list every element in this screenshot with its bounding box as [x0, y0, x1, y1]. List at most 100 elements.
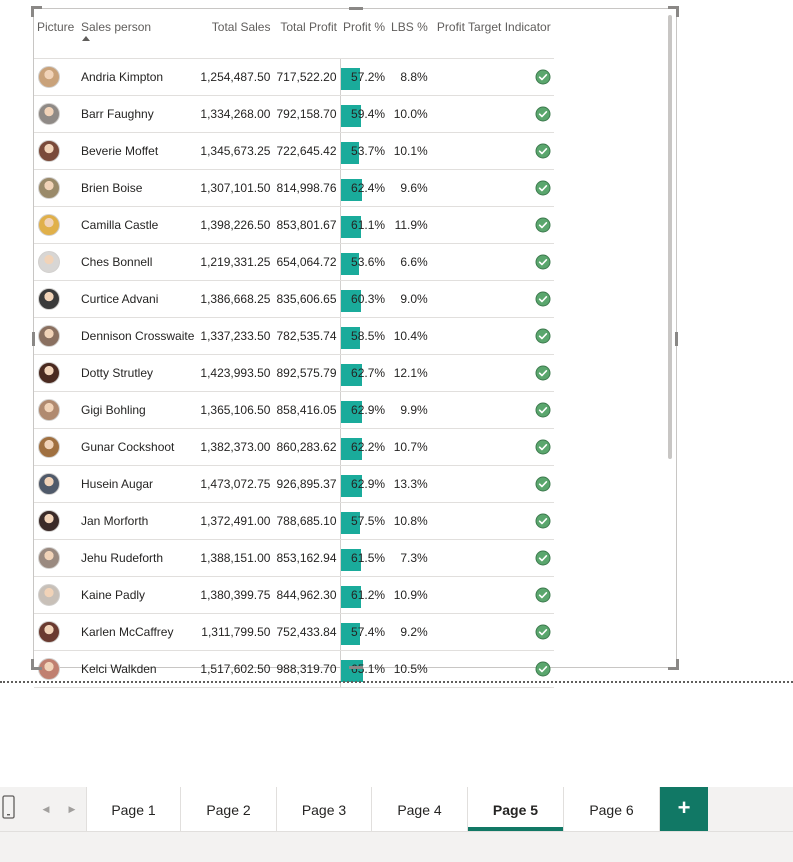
table-row[interactable]: Husein Augar 1,473,072.75 926,895.37 62.9% 1…	[34, 465, 554, 503]
profit-pct-value: 60.3%	[351, 292, 386, 306]
profit-pct-value: 53.7%	[351, 144, 386, 158]
profit-pct-value: 62.7%	[351, 366, 386, 380]
page-tab-2[interactable]: Page 2	[181, 787, 277, 831]
total-profit-cell: 788,685.10	[273, 502, 341, 540]
picture-cell	[34, 95, 78, 133]
lbs-pct-cell: 10.1%	[388, 132, 431, 170]
lbs-pct-cell: 9.2%	[388, 613, 431, 651]
picture-cell	[34, 132, 78, 170]
avatar	[38, 140, 60, 162]
total-sales-cell: 1,334,268.00	[197, 95, 274, 133]
total-profit-cell: 858,416.05	[273, 391, 341, 429]
total-profit-cell: 717,522.20	[273, 58, 341, 96]
table-row[interactable]: Karlen McCaffrey 1,311,799.50 752,433.84 57…	[34, 613, 554, 651]
picture-cell	[34, 539, 78, 577]
profit-pct-value: 57.2%	[351, 70, 386, 84]
total-profit-cell: 722,645.42	[273, 132, 341, 170]
profit-pct-value: 65.1%	[351, 662, 386, 676]
check-circle-icon	[535, 587, 551, 603]
page-tab-5[interactable]: Page 5	[468, 787, 564, 831]
picture-cell	[34, 317, 78, 355]
plus-icon: +	[677, 795, 691, 820]
resize-handle-bottom-left[interactable]	[31, 659, 42, 670]
previous-page-button[interactable]: ◀	[34, 787, 58, 831]
page-tab-1[interactable]: Page 1	[86, 787, 181, 831]
table-row[interactable]: Dotty Strutley 1,423,993.50 892,575.79 62.7…	[34, 354, 554, 392]
sales-person-cell: Kaine Padly	[78, 576, 198, 614]
column-header-profit-target-indicator[interactable]: Profit Target Indicator	[430, 9, 554, 59]
table-row[interactable]: Kaine Padly 1,380,399.75 844,962.30 61.2% 10…	[34, 576, 554, 614]
profit-target-indicator-cell	[430, 428, 554, 466]
profit-pct-cell: 61.2%	[339, 576, 389, 614]
column-header-total-sales[interactable]: Total Sales	[197, 9, 274, 59]
table-visual[interactable]: Picture Sales person Total Sales Total P…	[31, 6, 679, 688]
sort-ascending-icon	[82, 36, 90, 41]
table-row[interactable]: Jehu Rudeforth 1,388,151.00 853,162.94 61.5…	[34, 539, 554, 577]
resize-handle-bottom-right[interactable]	[668, 659, 679, 670]
profit-pct-cell: 53.7%	[339, 132, 389, 170]
total-sales-cell: 1,372,491.00	[197, 502, 274, 540]
table-row[interactable]: Gunar Cockshoot 1,382,373.00 860,283.62 62.…	[34, 428, 554, 466]
total-sales-cell: 1,388,151.00	[197, 539, 274, 577]
profit-target-indicator-cell	[430, 243, 554, 281]
add-page-button[interactable]: +	[660, 787, 708, 831]
next-page-button[interactable]: ▶	[60, 787, 84, 831]
page-tab-3[interactable]: Page 3	[277, 787, 372, 831]
avatar	[38, 621, 60, 643]
check-circle-icon	[535, 476, 551, 492]
table-row[interactable]: Beverie Moffet 1,345,673.25 722,645.42 53.7…	[34, 132, 554, 170]
vertical-scrollbar[interactable]	[668, 15, 672, 459]
check-circle-icon	[535, 143, 551, 159]
total-sales-cell: 1,398,226.50	[197, 206, 274, 244]
table-row[interactable]: Andria Kimpton 1,254,487.50 717,522.20 57.2…	[34, 58, 554, 96]
profit-pct-value: 62.9%	[351, 403, 386, 417]
sales-person-cell: Ches Bonnell	[78, 243, 198, 281]
mobile-layout-button[interactable]	[0, 787, 24, 831]
avatar	[38, 177, 60, 199]
check-circle-icon	[535, 106, 551, 122]
check-circle-icon	[535, 439, 551, 455]
avatar	[38, 103, 60, 125]
table-row[interactable]: Curtice Advani 1,386,668.25 835,606.65 60.3…	[34, 280, 554, 318]
resize-handle-top-left[interactable]	[31, 6, 42, 17]
column-header-sales-person[interactable]: Sales person	[78, 9, 198, 59]
resize-handle-bottom[interactable]	[349, 666, 363, 669]
total-sales-cell: 1,365,106.50	[197, 391, 274, 429]
avatar	[38, 214, 60, 236]
resize-handle-left[interactable]	[32, 332, 35, 346]
lbs-pct-cell: 6.6%	[388, 243, 431, 281]
table-row[interactable]: Ches Bonnell 1,219,331.25 654,064.72 53.6% 6…	[34, 243, 554, 281]
profit-target-indicator-cell	[430, 502, 554, 540]
total-profit-cell: 853,801.67	[273, 206, 341, 244]
profit-pct-cell: 62.2%	[339, 428, 389, 466]
profit-pct-cell: 57.2%	[339, 58, 389, 96]
total-profit-cell: 835,606.65	[273, 280, 341, 318]
profit-target-indicator-cell	[430, 169, 554, 207]
avatar	[38, 399, 60, 421]
profit-target-indicator-cell	[430, 206, 554, 244]
column-header-profit-pct[interactable]: Profit %	[340, 9, 389, 59]
total-sales-cell: 1,423,993.50	[197, 354, 274, 392]
table-row[interactable]: Brien Boise 1,307,101.50 814,998.76 62.4% 9.…	[34, 169, 554, 207]
resize-handle-top-right[interactable]	[668, 6, 679, 17]
table-row[interactable]: Jan Morforth 1,372,491.00 788,685.10 57.5% 1…	[34, 502, 554, 540]
total-profit-cell: 654,064.72	[273, 243, 341, 281]
profit-target-indicator-cell	[430, 539, 554, 577]
page-tab-6[interactable]: Page 6	[564, 787, 660, 831]
resize-handle-right[interactable]	[675, 332, 678, 346]
resize-handle-top[interactable]	[349, 7, 363, 10]
column-header-lbs-pct[interactable]: LBS %	[388, 9, 431, 59]
lbs-pct-cell: 9.9%	[388, 391, 431, 429]
total-sales-cell: 1,219,331.25	[197, 243, 274, 281]
table-row[interactable]: Gigi Bohling 1,365,106.50 858,416.05 62.9% 9…	[34, 391, 554, 429]
table-row[interactable]: Barr Faughny 1,334,268.00 792,158.70 59.4% 1…	[34, 95, 554, 133]
page-tab-4[interactable]: Page 4	[372, 787, 468, 831]
sales-person-cell: Beverie Moffet	[78, 132, 198, 170]
profit-target-indicator-cell	[430, 317, 554, 355]
table-row[interactable]: Camilla Castle 1,398,226.50 853,801.67 61.1…	[34, 206, 554, 244]
lbs-pct-cell: 10.7%	[388, 428, 431, 466]
sales-person-cell: Gigi Bohling	[78, 391, 198, 429]
table-row[interactable]: Dennison Crosswaite 1,337,233.50 782,535.7…	[34, 317, 554, 355]
lbs-pct-cell: 10.4%	[388, 317, 431, 355]
column-header-total-profit[interactable]: Total Profit	[273, 9, 341, 59]
